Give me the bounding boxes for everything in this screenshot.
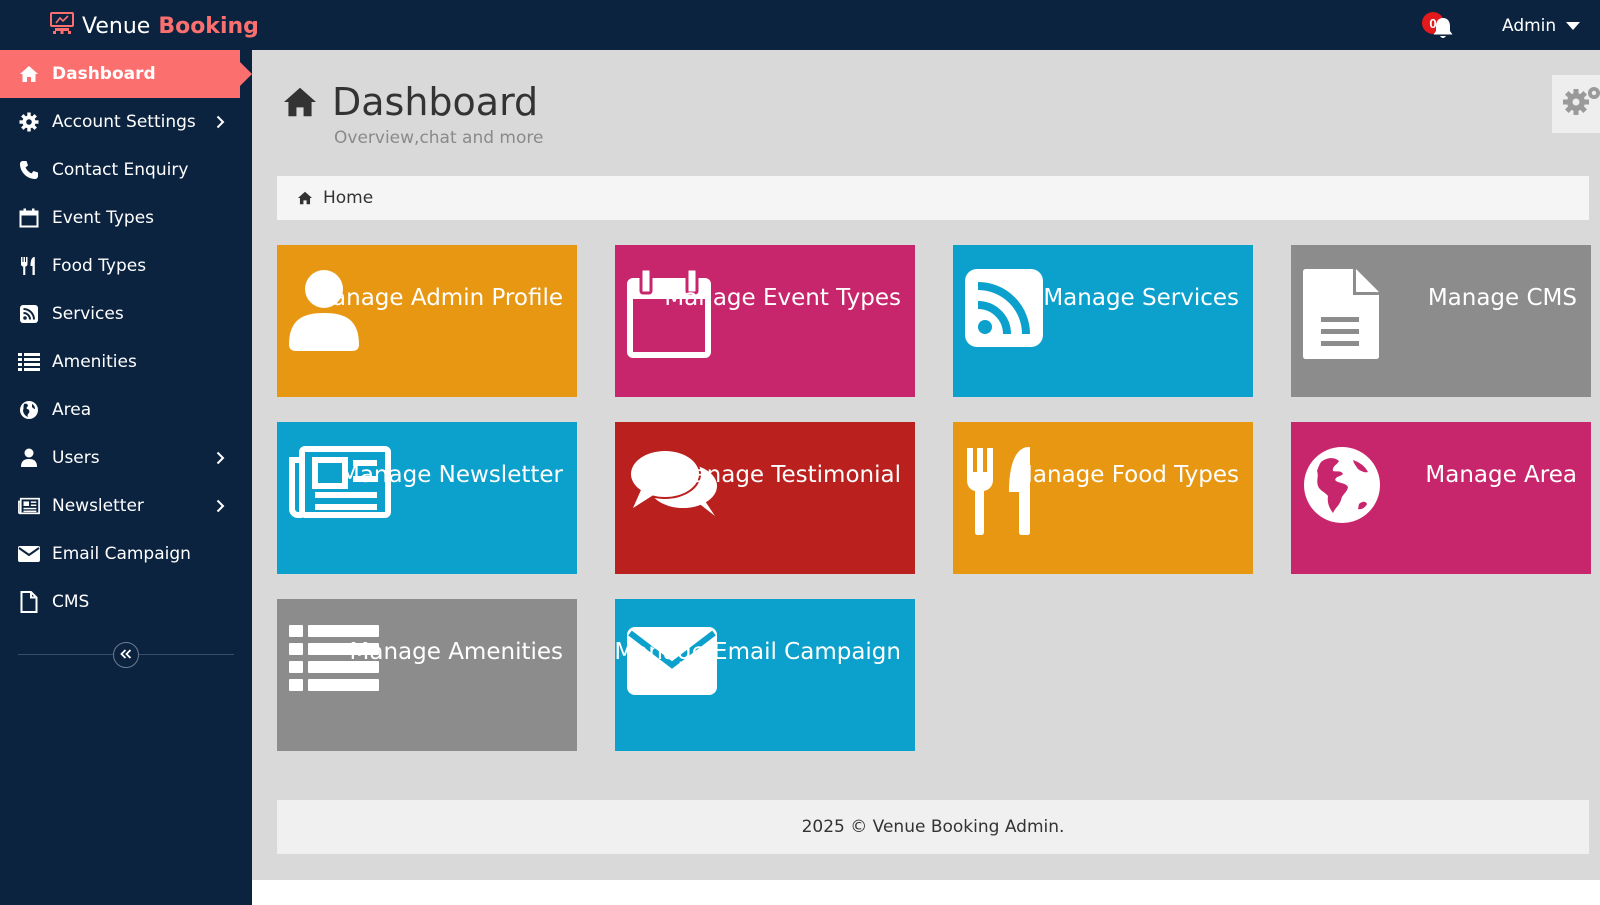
user-icon [289,269,359,356]
calendar-icon [18,207,40,229]
globe-icon [1303,446,1381,529]
tile-manage-cms[interactable]: Manage CMS [1291,245,1591,397]
sidebar-item-dashboard[interactable]: Dashboard [0,50,252,98]
breadcrumb: Home [277,176,1589,220]
tile-manage-amenities[interactable]: Manage Amenities [277,599,577,751]
home-icon [282,86,318,123]
page-footer: 2025 © Venue Booking Admin. [277,800,1589,854]
list-icon [18,351,40,373]
sidebar-item-label: Amenities [52,352,137,372]
gears-icon [1560,84,1600,125]
breadcrumb-home-link[interactable]: Home [323,188,373,208]
globe-icon [18,399,40,421]
tile-label: Manage CMS [1427,285,1577,311]
tile-manage-testimonial[interactable]: Manage Testimonial [615,422,915,574]
tile-label: Manage Amenities [349,639,563,665]
page-subtitle: Overview,chat and more [334,128,544,148]
tile-label: Manage Email Campaign [615,639,901,665]
tile-manage-event-types[interactable]: Manage Event Types [615,245,915,397]
brand-accent: Booking [158,13,259,39]
sidebar-item-label: CMS [52,592,90,612]
page-title: Dashboard [332,80,539,124]
main-content: Dashboard Overview,chat and more Home Ma… [252,50,1600,880]
sidebar-item-food-types[interactable]: Food Types [0,242,252,290]
tile-label: Manage Food Types [1013,462,1239,488]
brand-name: Venue [82,13,151,39]
sidebar-item-label: Email Campaign [52,544,191,564]
brand-logo[interactable]: Venue Booking [50,12,259,40]
home-icon [297,191,313,205]
tile-label: Manage Services [1043,285,1239,311]
tile-manage-area[interactable]: Manage Area [1291,422,1591,574]
sidebar-item-label: Dashboard [52,64,156,84]
envelope-icon [18,543,40,565]
sidebar-item-event-types[interactable]: Event Types [0,194,252,242]
tile-manage-admin-profile[interactable]: Manage Admin Profile [277,245,577,397]
sidebar-item-label: Contact Enquiry [52,160,189,180]
chevron-right-icon [216,498,225,518]
notifications-button[interactable]: 0 [1422,12,1456,42]
sidebar-item-email-campaign[interactable]: Email Campaign [0,530,252,578]
sidebar-item-area[interactable]: Area [0,386,252,434]
top-navbar: Venue Booking 0 Admin [0,0,1600,50]
phone-icon [18,159,40,181]
user-menu-label: Admin [1502,16,1557,36]
tile-manage-newsletter[interactable]: Manage Newsletter [277,422,577,574]
user-icon [18,447,40,469]
sidebar-item-users[interactable]: Users [0,434,252,482]
sidebar-item-cms[interactable]: CMS [0,578,252,626]
sidebar-item-services[interactable]: Services [0,290,252,338]
sidebar-item-label: Newsletter [52,496,144,516]
sidebar-item-newsletter[interactable]: Newsletter [0,482,252,530]
tile-manage-food-types[interactable]: Manage Food Types [953,422,1253,574]
sidebar-collapse-row [0,634,252,674]
calendar-icon [627,267,711,364]
tile-label: Manage Testimonial [672,462,901,488]
chevron-right-icon [216,450,225,470]
sidebar-item-label: Event Types [52,208,155,228]
cutlery-icon [18,255,40,277]
sidebar-item-label: Services [52,304,124,324]
double-chevron-left-icon [120,646,132,664]
sidebar-item-label: Users [52,448,100,468]
sidebar-item-label: Area [52,400,92,420]
tile-label: Manage Admin Profile [312,285,563,311]
sidebar-item-amenities[interactable]: Amenities [0,338,252,386]
rss-icon [18,303,40,325]
home-icon [18,63,40,85]
newspaper-icon [18,495,40,517]
tile-manage-services[interactable]: Manage Services [953,245,1253,397]
file-icon [18,591,40,613]
tile-label: Manage Newsletter [339,462,563,488]
footer-copyright: 2025 © Venue Booking Admin. [801,817,1065,837]
sidebar-item-label: Account Settings [52,112,196,132]
sidebar-item-contact-enquiry[interactable]: Contact Enquiry [0,146,252,194]
venue-logo-icon [50,12,74,40]
chevron-right-icon [216,114,225,134]
rss-icon [965,269,1043,352]
page-header: Dashboard [282,80,538,124]
sidebar-item-account-settings[interactable]: Account Settings [0,98,252,146]
cutlery-icon [965,446,1037,541]
caret-down-icon [1566,16,1581,36]
sidebar-collapse-button[interactable] [113,642,139,668]
sidebar-nav: Dashboard Account Settings Contact Enqui… [0,50,252,905]
theme-settings-toggle[interactable] [1552,75,1600,133]
tile-label: Manage Event Types [664,285,901,311]
tile-manage-email-campaign[interactable]: Manage Email Campaign [615,599,915,751]
file-icon [1303,269,1379,364]
sidebar-item-label: Food Types [52,256,147,276]
gear-icon [18,111,40,133]
user-menu-dropdown[interactable]: Admin [1502,16,1581,36]
bell-icon [1432,16,1454,45]
tile-label: Manage Area [1425,462,1577,488]
